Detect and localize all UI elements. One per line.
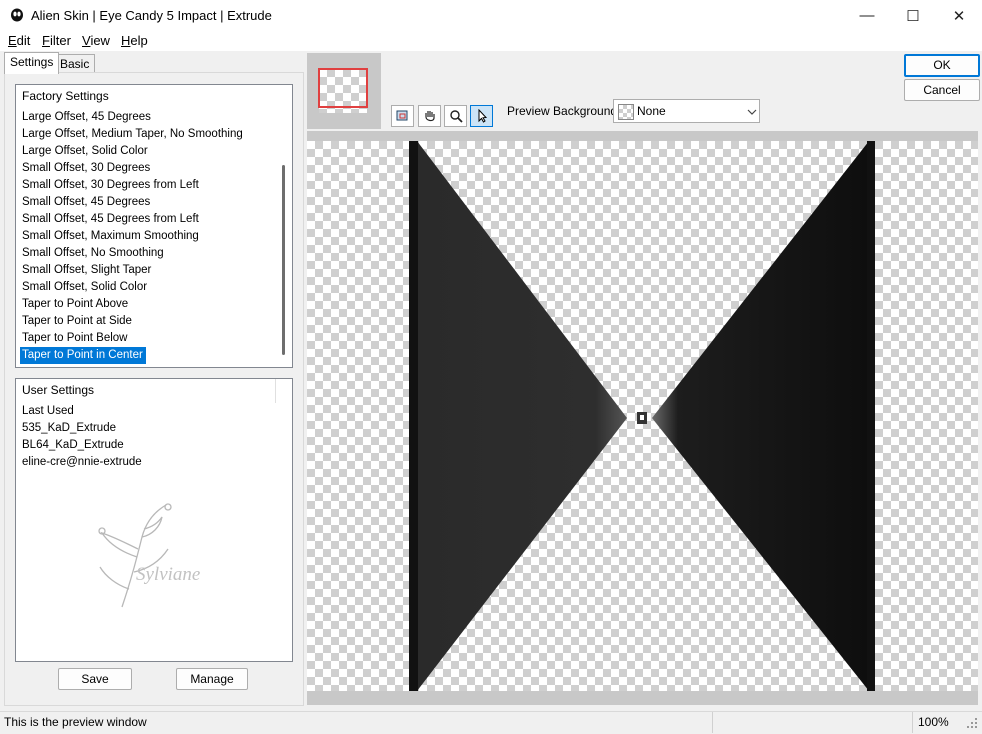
list-item[interactable]: Taper to Point Below	[16, 330, 278, 347]
status-divider	[712, 712, 713, 733]
preview-top-border	[307, 131, 978, 141]
status-divider	[912, 712, 913, 733]
watermark-text: Sylviane	[136, 564, 201, 585]
menu-edit-label: dit	[16, 33, 31, 48]
list-item[interactable]: BL64_KaD_Extrude	[16, 437, 142, 454]
hand-tool-button[interactable]	[418, 105, 441, 127]
close-icon: ✕	[952, 7, 966, 25]
list-item[interactable]: Taper to Point Above	[16, 296, 278, 313]
user-settings-list[interactable]: User Settings Last Used 535_KaD_Extrude …	[15, 378, 293, 662]
menu-edit-accel: E	[8, 33, 17, 48]
arrow-pointer-icon	[478, 109, 487, 123]
header-divider	[275, 379, 276, 403]
list-item[interactable]: Small Offset, No Smoothing	[16, 245, 278, 262]
watermark-flourish-icon	[98, 503, 172, 608]
menu-help[interactable]: Help	[121, 33, 148, 48]
list-item[interactable]: Small Offset, 45 Degrees	[16, 194, 278, 211]
factory-settings-list[interactable]: Factory Settings Large Offset, 45 Degree…	[15, 84, 293, 368]
menu-help-label: elp	[130, 33, 148, 48]
list-item[interactable]: Last Used	[16, 403, 142, 420]
list-item[interactable]: eline-cre@nnie-extrude	[16, 454, 142, 471]
navigate-tool-button[interactable]	[391, 105, 414, 127]
tab-basic[interactable]: Basic	[54, 54, 96, 73]
manage-button[interactable]: Manage	[176, 668, 248, 690]
navigator-thumbnail[interactable]	[307, 53, 381, 129]
maximize-icon: ☐	[906, 7, 920, 25]
menu-filter-accel: F	[42, 33, 50, 48]
list-item[interactable]: Taper to Point at Side	[16, 313, 278, 330]
close-button[interactable]: ✕	[936, 0, 982, 31]
list-item[interactable]: Small Offset, 45 Degrees from Left	[16, 211, 278, 228]
list-item[interactable]: Small Offset, Solid Color	[16, 279, 278, 296]
factory-scrollbar-thumb[interactable]	[282, 165, 285, 355]
menu-edit[interactable]: Edit	[8, 33, 30, 48]
status-text: This is the preview window	[4, 715, 147, 729]
resize-grip-icon[interactable]	[966, 717, 978, 729]
status-bar	[0, 711, 982, 734]
window-title: Alien Skin | Eye Candy 5 Impact | Extrud…	[31, 8, 272, 23]
menu-view-label: iew	[90, 33, 110, 48]
user-settings-header: User Settings	[22, 383, 95, 397]
extrude-preview-image	[409, 141, 875, 691]
magnifier-icon	[449, 110, 463, 123]
menu-filter[interactable]: Filter	[42, 33, 71, 48]
list-item-selected[interactable]: Taper to Point in Center	[20, 347, 146, 364]
save-button[interactable]: Save	[58, 668, 132, 690]
hand-icon	[424, 111, 435, 122]
menu-filter-label: ilter	[49, 33, 71, 48]
tab-settings[interactable]: Settings	[4, 52, 60, 74]
list-item[interactable]: Large Offset, 45 Degrees	[16, 109, 278, 126]
ok-button[interactable]: OK	[904, 54, 980, 77]
preview-background-label: Preview Background:	[507, 104, 621, 118]
list-item[interactable]: Large Offset, Medium Taper, No Smoothing	[16, 126, 278, 143]
cancel-button[interactable]: Cancel	[904, 79, 980, 101]
maximize-button[interactable]: ☐	[890, 0, 936, 31]
swatch-icon	[618, 104, 634, 120]
list-item[interactable]: Small Offset, 30 Degrees	[16, 160, 278, 177]
list-item[interactable]: Small Offset, Maximum Smoothing	[16, 228, 278, 245]
preview-background-select[interactable]: None	[613, 99, 760, 123]
zoom-tool-button[interactable]	[444, 105, 467, 127]
list-item[interactable]: 535_KaD_Extrude	[16, 420, 142, 437]
preview-background-value: None	[637, 104, 666, 118]
preview-canvas[interactable]	[307, 141, 978, 691]
pointer-tool-button[interactable]	[470, 105, 493, 127]
list-item[interactable]: Large Offset, Solid Color	[16, 143, 278, 160]
minimize-button[interactable]: —	[844, 0, 890, 31]
list-item[interactable]: Small Offset, 30 Degrees from Left	[16, 177, 278, 194]
navigator-icon	[396, 110, 407, 121]
preview-bottom-border	[307, 691, 978, 705]
menu-help-accel: H	[121, 33, 131, 48]
alien-skin-logo-icon	[11, 8, 23, 22]
menu-view[interactable]: View	[82, 33, 110, 48]
factory-settings-header: Factory Settings	[22, 89, 109, 103]
thumbnail-view-rect[interactable]	[318, 68, 368, 108]
minimize-icon: —	[859, 7, 875, 24]
list-item[interactable]: Small Offset, Slight Taper	[16, 262, 278, 279]
zoom-level: 100%	[918, 715, 949, 729]
chevron-down-icon	[747, 109, 757, 115]
